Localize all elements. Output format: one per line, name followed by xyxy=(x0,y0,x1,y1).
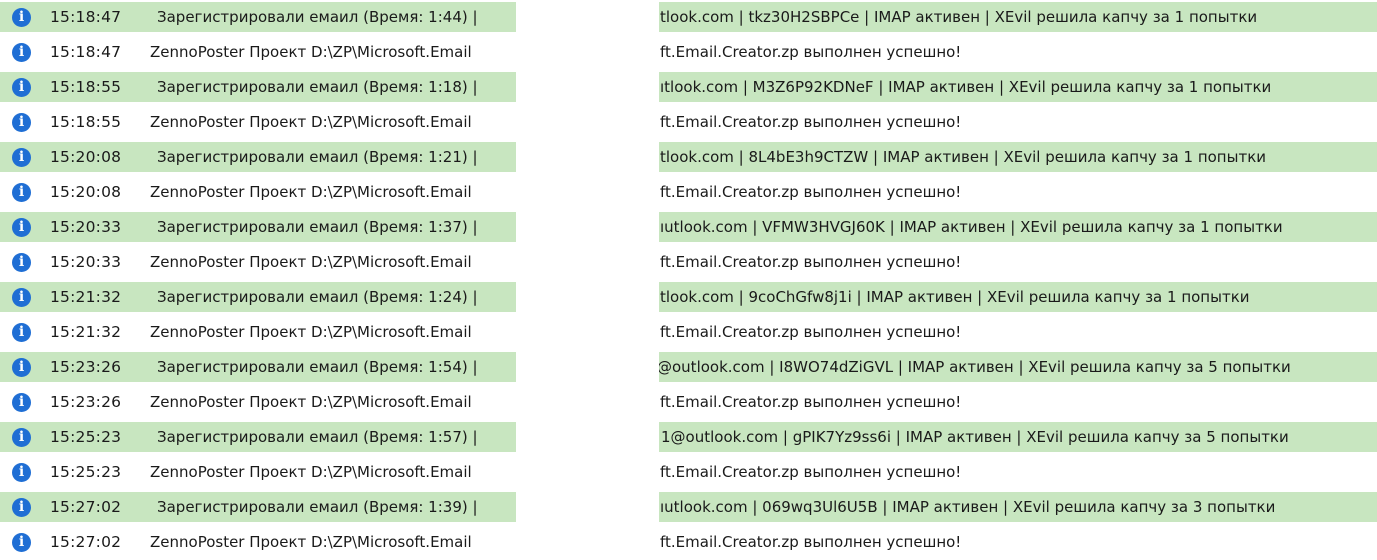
log-time: 15:25:23 xyxy=(50,463,122,481)
log-time: 15:18:47 xyxy=(50,8,122,26)
log-row-project[interactable]: i 15:20:08 ZennoPoster Проект D:\ZP\Micros… xyxy=(0,175,1377,210)
log-row-project[interactable]: i 15:23:26 ZennoPoster Проект D:\ZP\Micros… xyxy=(0,385,1377,420)
info-icon: i xyxy=(12,533,31,552)
log-row-registered[interactable]: i 15:27:02 Зарегистрировали емаил (Время: … xyxy=(0,490,1377,525)
log-message-end: ft.Email.Creator.zp выполнен успешно! xyxy=(660,183,962,201)
log-message-start: Зарегистрировали емаил (Время: 1:37) | xyxy=(157,218,478,236)
log-row-project[interactable]: i 15:18:55 ZennoPoster Проект D:\ZP\Micros… xyxy=(0,105,1377,140)
log-message-end: tlook.com | tkz30H2SBPCe | IMAP активен … xyxy=(660,8,1258,26)
log-row-project[interactable]: i 15:18:47 ZennoPoster Проект D:\ZP\Micros… xyxy=(0,35,1377,70)
info-icon: i xyxy=(12,113,31,132)
log-message-start: ZennoPoster Проект D:\ZP\Microsoft.Email xyxy=(150,323,472,341)
info-icon: i xyxy=(12,253,31,272)
log-time: 15:18:55 xyxy=(50,113,122,131)
info-icon: i xyxy=(12,393,31,412)
log-message-end: ft.Email.Creator.zp выполнен успешно! xyxy=(660,113,962,131)
log-message-end: ft.Email.Creator.zp выполнен успешно! xyxy=(660,323,962,341)
log-row-project[interactable]: i 15:21:32 ZennoPoster Проект D:\ZP\Micros… xyxy=(0,315,1377,350)
log-message-start: ZennoPoster Проект D:\ZP\Microsoft.Email xyxy=(150,393,472,411)
log-time: 15:21:32 xyxy=(50,288,122,306)
info-icon: i xyxy=(12,78,31,97)
log-row-registered[interactable]: i 15:23:26 Зарегистрировали емаил (Время: … xyxy=(0,350,1377,385)
log-message-end: @outlook.com | I8WO74dZiGVL | IMAP актив… xyxy=(657,358,1291,376)
log-message-end: tlook.com | 8L4bE3h9CTZW | IMAP активен … xyxy=(660,148,1266,166)
log-row-project[interactable]: i 15:20:33 ZennoPoster Проект D:\ZP\Micros… xyxy=(0,245,1377,280)
log-time: 15:20:08 xyxy=(50,183,122,201)
log-message-end: ıutlook.com | 069wq3Ul6U5B | IMAP активе… xyxy=(660,498,1276,516)
log-message-start: ZennoPoster Проект D:\ZP\Microsoft.Email xyxy=(150,533,472,551)
log-time: 15:27:02 xyxy=(50,498,122,516)
log-message-start: Зарегистрировали емаил (Время: 1:18) | xyxy=(157,78,478,96)
info-icon: i xyxy=(12,288,31,307)
log-message-start: ZennoPoster Проект D:\ZP\Microsoft.Email xyxy=(150,253,472,271)
log-message-end: ıutlook.com | VFMW3HVGJ60K | IMAP активе… xyxy=(660,218,1283,236)
info-icon: i xyxy=(12,358,31,377)
info-icon: i xyxy=(12,428,31,447)
log-message-end: 1@outlook.com | gPIK7Yz9ss6i | IMAP акти… xyxy=(661,428,1289,446)
log-time: 15:18:55 xyxy=(50,78,122,96)
log-message-start: ZennoPoster Проект D:\ZP\Microsoft.Email xyxy=(150,113,472,131)
log-message-start: Зарегистрировали емаил (Время: 1:39) | xyxy=(157,498,478,516)
info-icon: i xyxy=(12,463,31,482)
log-message-end: tlook.com | 9coChGfw8j1i | IMAP активен … xyxy=(660,288,1250,306)
info-icon: i xyxy=(12,43,31,62)
info-icon: i xyxy=(12,183,31,202)
log-message-end: ıtlook.com | M3Z6P92KDNeF | IMAP активен… xyxy=(660,78,1272,96)
log-row-registered[interactable]: i 15:25:23 Зарегистрировали емаил (Время: … xyxy=(0,420,1377,455)
log-row-project[interactable]: i 15:25:23 ZennoPoster Проект D:\ZP\Micros… xyxy=(0,455,1377,490)
info-icon: i xyxy=(12,498,31,517)
log-message-end: ft.Email.Creator.zp выполнен успешно! xyxy=(660,533,962,551)
log-time: 15:20:33 xyxy=(50,218,122,236)
log-message-end: ft.Email.Creator.zp выполнен успешно! xyxy=(660,253,962,271)
info-icon: i xyxy=(12,148,31,167)
redacted-area xyxy=(516,0,659,558)
log-message-start: ZennoPoster Проект D:\ZP\Microsoft.Email xyxy=(150,463,472,481)
log-message-start: Зарегистрировали емаил (Время: 1:54) | xyxy=(157,358,478,376)
log-row-registered[interactable]: i 15:20:08 Зарегистрировали емаил (Время: … xyxy=(0,140,1377,175)
log-message-end: ft.Email.Creator.zp выполнен успешно! xyxy=(660,463,962,481)
log-time: 15:18:47 xyxy=(50,43,122,61)
log-row-project[interactable]: i 15:27:02 ZennoPoster Проект D:\ZP\Micros… xyxy=(0,525,1377,560)
log-row-registered[interactable]: i 15:18:47 Зарегистрировали емаил (Время: … xyxy=(0,0,1377,35)
log-time: 15:25:23 xyxy=(50,428,122,446)
log-message-end: ft.Email.Creator.zp выполнен успешно! xyxy=(660,393,962,411)
log-time: 15:23:26 xyxy=(50,358,122,376)
log-row-registered[interactable]: i 15:18:55 Зарегистрировали емаил (Время: … xyxy=(0,70,1377,105)
log-message-start: ZennoPoster Проект D:\ZP\Microsoft.Email xyxy=(150,183,472,201)
info-icon: i xyxy=(12,323,31,342)
log-message-start: Зарегистрировали емаил (Время: 1:44) | xyxy=(157,8,478,26)
log-view: i 15:18:47 Зарегистрировали емаил (Время: … xyxy=(0,0,1377,558)
info-icon: i xyxy=(12,218,31,237)
log-row-registered[interactable]: i 15:20:33 Зарегистрировали емаил (Время: … xyxy=(0,210,1377,245)
log-time: 15:27:02 xyxy=(50,533,122,551)
log-message-start: ZennoPoster Проект D:\ZP\Microsoft.Email xyxy=(150,43,472,61)
log-time: 15:20:08 xyxy=(50,148,122,166)
log-time: 15:21:32 xyxy=(50,323,122,341)
info-icon: i xyxy=(12,8,31,27)
log-message-start: Зарегистрировали емаил (Время: 1:21) | xyxy=(157,148,478,166)
log-message-start: Зарегистрировали емаил (Время: 1:57) | xyxy=(157,428,478,446)
log-message-start: Зарегистрировали емаил (Время: 1:24) | xyxy=(157,288,478,306)
log-message-end: ft.Email.Creator.zp выполнен успешно! xyxy=(660,43,962,61)
log-row-registered[interactable]: i 15:21:32 Зарегистрировали емаил (Время: … xyxy=(0,280,1377,315)
log-time: 15:23:26 xyxy=(50,393,122,411)
log-time: 15:20:33 xyxy=(50,253,122,271)
